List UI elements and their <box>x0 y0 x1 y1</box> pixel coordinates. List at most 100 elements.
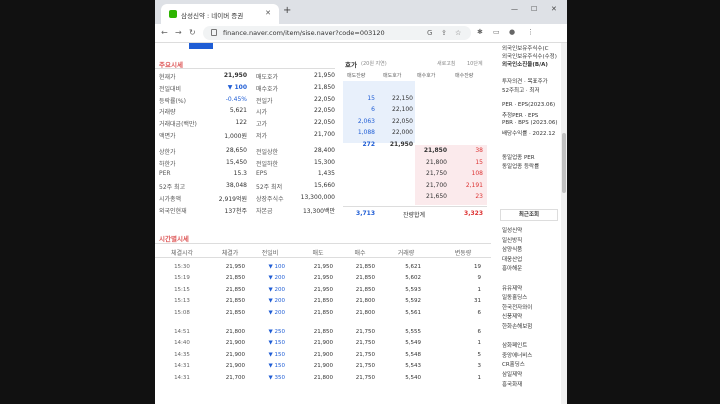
reload-icon[interactable]: ↻ <box>189 28 196 37</box>
new-tab-icon[interactable]: + <box>283 5 291 16</box>
table-cell: 14:31 <box>174 363 190 370</box>
table-cell: 21,900 <box>313 340 333 347</box>
buy-qty: 38 <box>475 147 483 154</box>
menu-dots-icon[interactable]: ⋮ <box>527 28 534 36</box>
metric-label: PER · EPS(2023.06) <box>502 102 556 108</box>
sell-price: 22,000 <box>392 129 413 136</box>
close-window-icon[interactable]: ✕ <box>551 5 557 13</box>
profile-avatar-icon[interactable]: ● <box>509 28 515 36</box>
timeseries-header: 체결시각 <box>170 250 194 257</box>
opinion-label: 투자의견 · 목표주가 <box>502 79 548 85</box>
table-cell: 21,950 <box>313 275 333 282</box>
table-cell: 21,750 <box>355 374 375 381</box>
table-cell: ▼ 200 <box>268 286 285 293</box>
table-row: 15:30 21,950 ▼ 100 21,950 21,850 5,621 19 <box>155 264 491 274</box>
right-side-panel: 외국인보유주식수(C 외국인보유주식수(수정) 외국인소진율(B/A) 투자의견 · … <box>498 43 560 404</box>
maximize-icon[interactable]: ☐ <box>531 5 537 13</box>
sell-qty: 2,063 <box>357 117 375 125</box>
google-icon[interactable]: G <box>427 29 432 37</box>
tab-bar: 삼성신약 : 네이버 증권 ✕ + — ☐ ✕ <box>155 0 567 24</box>
extensions-icon[interactable]: ✱ <box>477 28 483 36</box>
table-cell: 1 <box>477 374 482 381</box>
quote-value: 21,850 <box>314 83 335 91</box>
quote-label: 액면가 <box>159 133 176 140</box>
table-cell: 21,800 <box>355 309 375 316</box>
quote-value: 13,300백만 <box>302 207 335 215</box>
recent-stock-link[interactable]: 일동홀딩스 <box>502 293 527 301</box>
recent-stock-link[interactable]: 삼화페인트 <box>502 341 527 349</box>
quote-value: 22,050 <box>314 107 335 115</box>
quote-value: -0.45% <box>225 95 247 103</box>
recent-stock-link[interactable]: 일신방직 <box>502 236 522 244</box>
divider <box>155 257 491 258</box>
table-row: 14:40 21,900 ▼ 150 21,900 21,750 5,549 1 <box>155 340 491 350</box>
metric-label: 추정PER · EPS <box>502 113 539 119</box>
table-row: 15:08 21,850 ▼ 200 21,850 21,800 5,561 6 <box>155 310 491 320</box>
buy-price: 21,750 <box>426 170 447 177</box>
scrollbar[interactable] <box>561 43 567 404</box>
orderbook-header: 매도잔량 <box>347 73 366 79</box>
table-cell: 21,800 <box>313 374 333 381</box>
tab-title: 삼성신약 : 네이버 증권 <box>181 12 244 20</box>
recent-stock-link[interactable]: 흥아해운 <box>502 264 522 272</box>
table-row: 14:51 21,800 ▼ 250 21,850 21,750 5,555 6 <box>155 329 491 339</box>
table-cell: 21,850 <box>313 329 333 335</box>
timeseries-header: 변동량 <box>454 250 472 257</box>
quote-label: 거래량 <box>159 109 176 117</box>
quote-label: 전일하한 <box>256 160 279 168</box>
quote-value: 1,435 <box>317 170 335 178</box>
recent-stock-link[interactable]: 일성신약 <box>502 226 522 234</box>
timeseries-header: 거래량 <box>397 250 415 257</box>
recent-stock-link[interactable]: 유유제약 <box>502 284 522 292</box>
recent-stock-link[interactable]: 신풍제약 <box>502 312 522 320</box>
table-cell: 5,543 <box>405 363 421 370</box>
scrollbar-thumb[interactable] <box>562 133 566 193</box>
orderbook-header: 매수호가 <box>417 73 436 79</box>
table-cell: 31 <box>474 298 481 305</box>
table-cell: 5,561 <box>405 309 421 316</box>
table-cell: 5,549 <box>405 340 421 347</box>
recent-stock-link[interactable]: 대웅산업 <box>502 255 522 263</box>
quote-value: 21,950 <box>223 72 247 79</box>
browser-window: 삼성신약 : 네이버 증권 ✕ + — ☐ ✕ ← → ↻ finance.na… <box>155 0 567 404</box>
recent-stock-link[interactable]: 한화손해보험 <box>502 322 532 330</box>
quote-label: 52주 최저 <box>256 184 283 192</box>
recent-stock-link[interactable]: CR홀딩스 <box>502 360 525 368</box>
table-row: 15:13 21,850 ▼ 200 21,850 21,800 5,592 31 <box>155 298 491 308</box>
orderbook-header: 매수잔량 <box>455 73 474 79</box>
metric-label: PBR · BPS (2023.06) <box>502 120 558 126</box>
divider <box>343 206 487 207</box>
table-cell: 21,850 <box>355 264 375 270</box>
depth-select[interactable]: 10단계 <box>467 60 483 67</box>
recent-stock-link[interactable]: 삼일제약 <box>502 370 522 378</box>
address-bar[interactable]: finance.naver.com/item/sise.naver?code=0… <box>203 26 471 40</box>
sell-price: 22,150 <box>392 94 413 102</box>
forward-icon[interactable]: → <box>175 28 182 37</box>
recent-stock-link[interactable]: 흥국화재 <box>502 380 522 388</box>
browser-tab[interactable]: 삼성신약 : 네이버 증권 ✕ <box>161 4 279 24</box>
bookmark-star-icon[interactable]: ☆ <box>455 29 461 37</box>
quote-label: 등락률(%) <box>159 97 186 105</box>
quote-label: 하한가 <box>159 160 176 168</box>
table-cell: 15:30 <box>174 264 190 270</box>
share-icon[interactable]: ⇪ <box>441 29 447 37</box>
sidebar-icon[interactable]: ▭ <box>493 28 500 36</box>
recent-stock-link[interactable]: 삼양식품 <box>502 245 522 253</box>
quote-value: 5,621 <box>229 107 247 115</box>
recent-stock-link[interactable]: 한국전자와이 <box>502 303 532 311</box>
close-tab-icon[interactable]: ✕ <box>265 9 271 17</box>
table-cell: ▼ 200 <box>268 298 285 305</box>
toolbar: ← → ↻ finance.naver.com/item/sise.naver?… <box>155 24 567 43</box>
quote-label: 외국인현재 <box>159 207 187 215</box>
quote-label: 전일상한 <box>256 148 279 156</box>
page-content: 주요시세 현재가 21,950 전일대비 ▼ 100 등락률(%) -0.45% 거래량 5,… <box>155 43 567 404</box>
minimize-icon[interactable]: — <box>511 5 518 13</box>
recent-stock-link[interactable]: 중앙에너비스 <box>502 351 532 359</box>
quote-label: 시가총액 <box>159 196 182 203</box>
back-icon[interactable]: ← <box>161 28 168 37</box>
table-cell: 21,750 <box>355 329 375 335</box>
total-sell-qty: 3,713 <box>356 210 375 217</box>
buy-qty: 108 <box>471 170 483 177</box>
active-subtab-indicator[interactable] <box>189 43 213 49</box>
refresh-link[interactable]: 새로고침 <box>437 60 455 67</box>
